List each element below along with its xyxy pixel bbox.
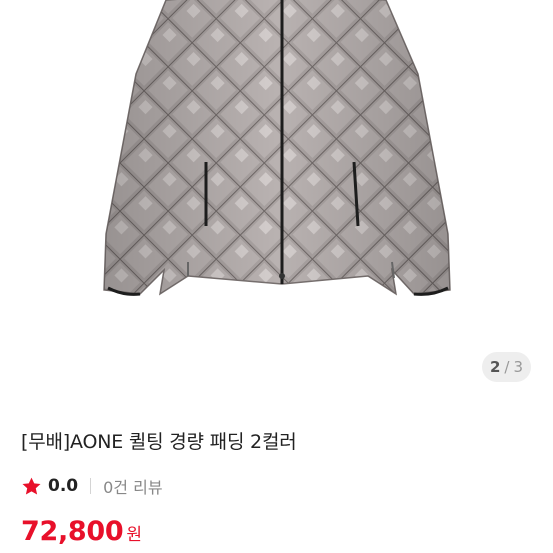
total-image-count: 3 xyxy=(513,358,524,376)
product-title: [무배]AONE 퀼팅 경량 패딩 2컬러 xyxy=(21,431,297,453)
rating-summary[interactable]: 0.0 0건 리뷰 xyxy=(21,474,163,498)
product-price: 72,800 xyxy=(21,516,124,547)
price-row: 72,800 원 xyxy=(21,516,142,547)
product-image[interactable] xyxy=(96,0,456,308)
product-image-gallery[interactable]: 2 / 3 xyxy=(0,0,553,392)
price-currency: 원 xyxy=(126,525,143,545)
current-image-number: 2 xyxy=(489,358,501,376)
image-page-indicator: 2 / 3 xyxy=(482,352,531,382)
review-count-link[interactable]: 0건 리뷰 xyxy=(103,474,162,498)
star-icon xyxy=(22,477,41,495)
image-counter-separator: / xyxy=(504,358,510,376)
rating-score: 0.0 xyxy=(48,476,79,496)
rating-divider xyxy=(90,478,92,494)
